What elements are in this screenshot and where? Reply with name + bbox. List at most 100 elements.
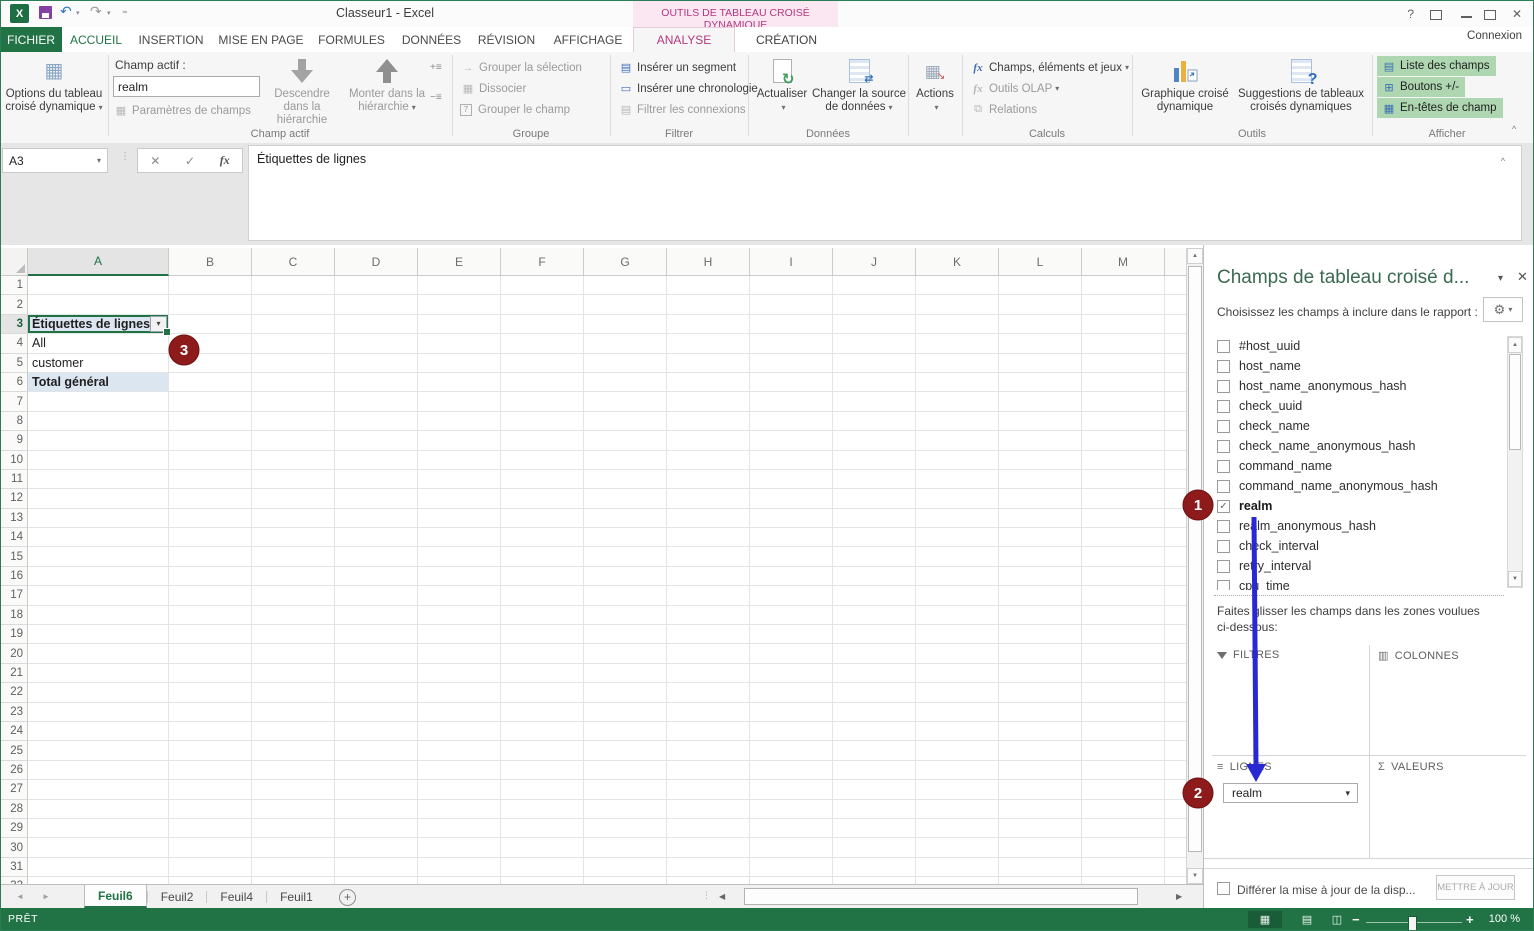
name-box[interactable]: A3 ▾ (2, 148, 108, 173)
cell-I21[interactable] (750, 664, 833, 683)
cell-M26[interactable] (1082, 761, 1165, 780)
cell-J16[interactable] (833, 567, 916, 586)
row-header-24[interactable]: 24 (0, 722, 28, 741)
cell-F23[interactable] (501, 703, 584, 722)
cell-J27[interactable] (833, 780, 916, 799)
field-checkbox[interactable] (1217, 420, 1230, 433)
cell-C2[interactable] (252, 295, 335, 314)
cell-F30[interactable] (501, 838, 584, 857)
active-field-input[interactable] (113, 76, 260, 97)
tab-fichier[interactable]: FICHIER (0, 27, 62, 52)
select-all-corner[interactable] (0, 248, 28, 276)
tab-création[interactable]: CRÉATION (735, 27, 838, 52)
cell-M29[interactable] (1082, 819, 1165, 838)
cell-K8[interactable] (916, 412, 999, 431)
cell-F16[interactable] (501, 567, 584, 586)
row-header-13[interactable]: 13 (0, 509, 28, 528)
cell-E12[interactable] (418, 489, 501, 508)
cell-D22[interactable] (335, 683, 418, 702)
cell-E14[interactable] (418, 528, 501, 547)
cell-G22[interactable] (584, 683, 667, 702)
cell-G30[interactable] (584, 838, 667, 857)
cell-I18[interactable] (750, 606, 833, 625)
cell-D10[interactable] (335, 451, 418, 470)
cell-B16[interactable] (169, 567, 252, 586)
cell-I1[interactable] (750, 276, 833, 295)
column-header-B[interactable]: B (169, 248, 252, 276)
page-break-view-icon[interactable]: ◫ (1322, 911, 1352, 928)
field-item-realm[interactable]: ✓realm (1210, 496, 1504, 516)
refresh-button[interactable]: ↻ Actualiser ▾ (755, 54, 809, 120)
column-header-J[interactable]: J (833, 248, 916, 276)
cell-E21[interactable] (418, 664, 501, 683)
row-header-29[interactable]: 29 (0, 819, 28, 838)
cell-D18[interactable] (335, 606, 418, 625)
cell-K20[interactable] (916, 644, 999, 663)
cell-F19[interactable] (501, 625, 584, 644)
cell-M17[interactable] (1082, 586, 1165, 605)
cell-F26[interactable] (501, 761, 584, 780)
cell-L2[interactable] (999, 295, 1082, 314)
cell-H6[interactable] (667, 373, 750, 392)
sheet-tab-feuil6[interactable]: Feuil6 (84, 885, 147, 908)
scrollbar-splitter[interactable]: ⋮ (702, 890, 710, 901)
formula-bar-grip[interactable]: ⋮ (120, 151, 129, 162)
cell-I2[interactable] (750, 295, 833, 314)
cell-M3[interactable] (1082, 315, 1165, 334)
cell-B6[interactable] (169, 373, 252, 392)
cell-H25[interactable] (667, 741, 750, 760)
cell-K19[interactable] (916, 625, 999, 644)
cell-L30[interactable] (999, 838, 1082, 857)
cell-J31[interactable] (833, 858, 916, 877)
row-header-9[interactable]: 9 (0, 431, 28, 450)
fill-handle[interactable] (163, 328, 171, 336)
cell-J18[interactable] (833, 606, 916, 625)
cell-G1[interactable] (584, 276, 667, 295)
cell-G23[interactable] (584, 703, 667, 722)
cell-B10[interactable] (169, 451, 252, 470)
cell-L15[interactable] (999, 547, 1082, 566)
drill-down-button[interactable]: Descendre dans la hiérarchie (262, 54, 342, 120)
collapse-formula-bar-icon[interactable]: ^ (1501, 156, 1505, 166)
collapse-ribbon-icon[interactable]: ^ (1512, 124, 1516, 134)
cell-C24[interactable] (252, 722, 335, 741)
groupe-item-0[interactable]: →Grouper la sélection (460, 57, 582, 78)
field-checkbox[interactable]: ✓ (1217, 500, 1230, 513)
cell-C19[interactable] (252, 625, 335, 644)
cell-K18[interactable] (916, 606, 999, 625)
cell-M1[interactable] (1082, 276, 1165, 295)
cell-B14[interactable] (169, 528, 252, 547)
cell-M5[interactable] (1082, 354, 1165, 373)
cell-F9[interactable] (501, 431, 584, 450)
cell-B7[interactable] (169, 392, 252, 411)
ribbon-display-options-icon[interactable] (1430, 10, 1442, 20)
row-header-23[interactable]: 23 (0, 703, 28, 722)
cell-H12[interactable] (667, 489, 750, 508)
row-header-10[interactable]: 10 (0, 451, 28, 470)
field-checkbox[interactable] (1217, 440, 1230, 453)
cell-J12[interactable] (833, 489, 916, 508)
cell-F4[interactable] (501, 334, 584, 353)
tab-accueil[interactable]: ACCUEIL (62, 27, 130, 52)
connexion-link[interactable]: Connexion (1467, 30, 1522, 42)
cell-I19[interactable] (750, 625, 833, 644)
cell-F13[interactable] (501, 509, 584, 528)
tab-mise en page[interactable]: MISE EN PAGE (212, 27, 310, 52)
rows-area-field-realm[interactable]: realm ▾ (1223, 783, 1358, 803)
pivotchart-button[interactable]: Graphique croisé dynamique (1140, 54, 1230, 120)
cell-M32[interactable] (1082, 877, 1165, 884)
cell-I11[interactable] (750, 470, 833, 489)
cell-H8[interactable] (667, 412, 750, 431)
scroll-down-icon[interactable]: ▼ (1187, 868, 1203, 884)
filtrer-item-2[interactable]: ▤Filtrer les connexions (618, 99, 758, 120)
cell-E25[interactable] (418, 741, 501, 760)
cell-G24[interactable] (584, 722, 667, 741)
cell-G2[interactable] (584, 295, 667, 314)
cell-E7[interactable] (418, 392, 501, 411)
cell-A7[interactable] (28, 392, 169, 411)
pane-options-caret-icon[interactable]: ▾ (1498, 273, 1503, 284)
column-header-K[interactable]: K (916, 248, 999, 276)
cell-A11[interactable] (28, 470, 169, 489)
cell-E19[interactable] (418, 625, 501, 644)
cell-H10[interactable] (667, 451, 750, 470)
